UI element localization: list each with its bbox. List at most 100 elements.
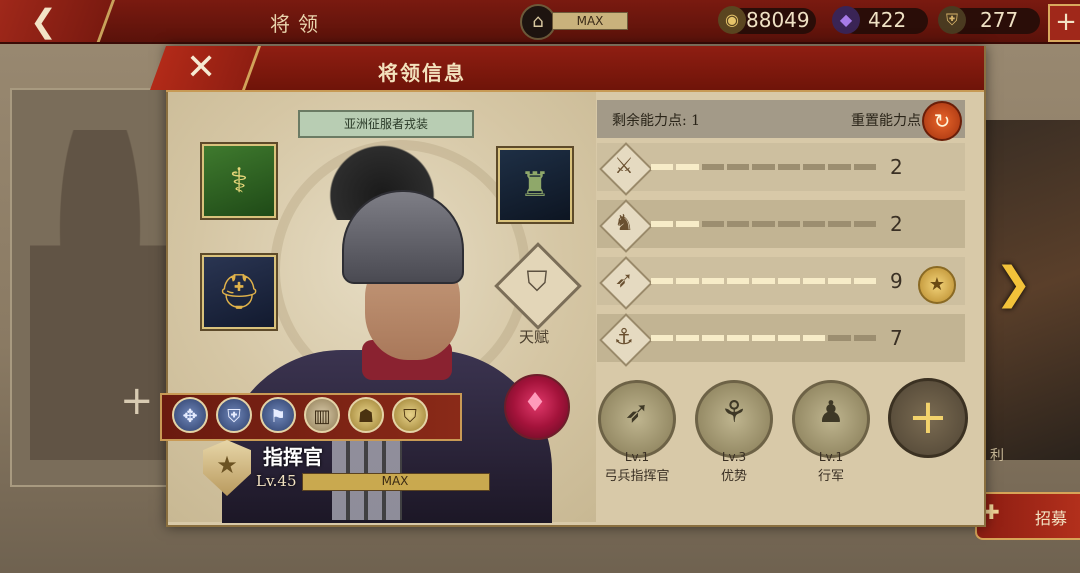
archers-skill-icon: ⚘ — [720, 395, 748, 430]
next-general-caption: 利 — [990, 448, 1004, 464]
stat-segment — [853, 335, 876, 341]
recruit-icon: ✚ — [983, 500, 1000, 524]
march-skill-icon: ♟ — [817, 395, 845, 430]
sword-icon: ⚔ — [614, 154, 634, 179]
stat-segment — [701, 278, 724, 284]
stat-segment — [651, 221, 674, 227]
stat-segment — [726, 164, 750, 170]
stat-segment — [752, 221, 775, 227]
ruby-icon: ♦ — [523, 388, 547, 418]
stat-segment — [853, 164, 876, 170]
stat-segment — [777, 335, 800, 341]
bank-capacity-bar: MAX — [552, 12, 628, 30]
reset-points-button[interactable]: ↻ — [922, 101, 962, 141]
banner-icon: ⚕ — [229, 161, 249, 201]
stat-segment — [701, 221, 724, 227]
skin-label[interactable]: 亚洲征服者戎装 — [298, 110, 474, 138]
stat-bar-navy — [651, 335, 876, 341]
stat-segment — [828, 278, 851, 284]
stat-segment — [701, 335, 724, 341]
bow-skill-icon: ➶ — [624, 395, 650, 430]
gem-value: 422 — [868, 8, 907, 32]
skill-level: Lv.1 — [818, 450, 844, 464]
stat-segment — [828, 335, 851, 341]
cauldron-icon: ♜ — [519, 165, 551, 205]
stat-segment — [651, 335, 674, 341]
stat-segment — [752, 164, 775, 170]
stat-value-navy: 7 — [890, 326, 903, 350]
stat-segment — [752, 278, 775, 284]
back-arrow-icon[interactable]: ❮ — [30, 2, 57, 40]
talent-helmet-icon: ⛉ — [526, 265, 548, 298]
add-skill-button[interactable]: + — [888, 378, 968, 458]
stat-segment — [651, 164, 674, 170]
purple-gem-icon: ◆ — [832, 6, 860, 34]
level-label: Lv.45 — [256, 472, 297, 490]
stat-value-cavalry: 2 — [890, 212, 903, 236]
stat-segment — [726, 335, 750, 341]
stat-value-archery: 9 — [890, 269, 903, 293]
stat-segment — [777, 164, 800, 170]
horse-icon: ♞ — [614, 211, 634, 236]
stat-segment — [777, 221, 800, 227]
rank-title: 指挥官 — [263, 445, 323, 469]
helmet-icon: ⛑ — [217, 272, 261, 312]
talent-label: 天赋 — [519, 328, 550, 346]
stat-segment — [676, 164, 699, 170]
badge-helmet-icon[interactable]: ⛉ — [392, 397, 428, 433]
stat-segment — [676, 335, 699, 341]
stat-segment — [828, 221, 851, 227]
stat-segment — [853, 278, 876, 284]
dialog-header — [166, 46, 984, 92]
anchor-icon: ⚓ — [614, 325, 634, 350]
reset-points-label: 重置能力点 — [851, 113, 921, 129]
bow-icon: ➶ — [614, 268, 634, 293]
stat-segment — [726, 221, 750, 227]
skill-level: Lv.1 — [624, 450, 650, 464]
remaining-points-label: 剩余能力点: 1 — [612, 113, 701, 129]
stat-bar-attack — [651, 164, 876, 170]
stat-segment — [651, 278, 674, 284]
add-resource-button[interactable]: + — [1048, 4, 1080, 42]
stat-segment — [752, 335, 775, 341]
badge-soldier-icon[interactable]: ☗ — [348, 397, 384, 433]
equipment-slot-helmet[interactable]: ⛑ — [202, 255, 276, 329]
close-icon[interactable]: ✕ — [186, 46, 216, 90]
stat-bar-cavalry — [651, 221, 876, 227]
next-arrow-icon[interactable]: ❯ — [995, 262, 1032, 306]
equipment-slot-banner[interactable]: ⚕ — [202, 144, 276, 218]
stat-segment — [802, 221, 826, 227]
back-button[interactable] — [0, 0, 115, 42]
stat-segment — [828, 164, 851, 170]
bank-icon[interactable]: ⌂ — [520, 4, 556, 40]
badge-scroll-icon[interactable]: ▥ — [304, 397, 340, 433]
skill-name: 行军 — [817, 469, 844, 484]
recruit-label: 招募 — [1035, 509, 1068, 528]
skill-name: 优势 — [720, 469, 747, 484]
stat-segment — [802, 164, 826, 170]
skill-level: Lv.3 — [721, 450, 747, 464]
stat-bar-archery — [651, 278, 876, 284]
stat-segment — [802, 335, 826, 341]
stat-value-attack: 2 — [890, 155, 903, 179]
badge-compass-icon[interactable]: ✥ — [172, 397, 208, 433]
equipment-slot-cauldron[interactable]: ♜ — [498, 148, 572, 222]
stat-segment — [726, 278, 750, 284]
skill-name: 弓兵指挥官 — [604, 469, 670, 484]
stat-segment — [676, 278, 699, 284]
gold-coin-icon: ◉ — [718, 6, 746, 34]
badge-shield-icon[interactable]: ⛨ — [216, 397, 252, 433]
helmet-token-icon: ⛨ — [938, 6, 966, 34]
badge-banner-icon[interactable]: ⚑ — [260, 397, 296, 433]
dialog-title: 将领信息 — [378, 61, 466, 85]
stat-segment — [802, 278, 826, 284]
rank-star-icon: ★ — [216, 451, 238, 479]
stat-segment — [701, 164, 724, 170]
stat-segment — [777, 278, 800, 284]
stat-segment — [853, 221, 876, 227]
stat-segment — [676, 221, 699, 227]
add-general-icon[interactable]: + — [120, 378, 154, 424]
level-bar-text: MAX — [381, 474, 409, 488]
gold-value: 88049 — [746, 8, 810, 32]
screen-title: 将领 — [270, 12, 326, 36]
